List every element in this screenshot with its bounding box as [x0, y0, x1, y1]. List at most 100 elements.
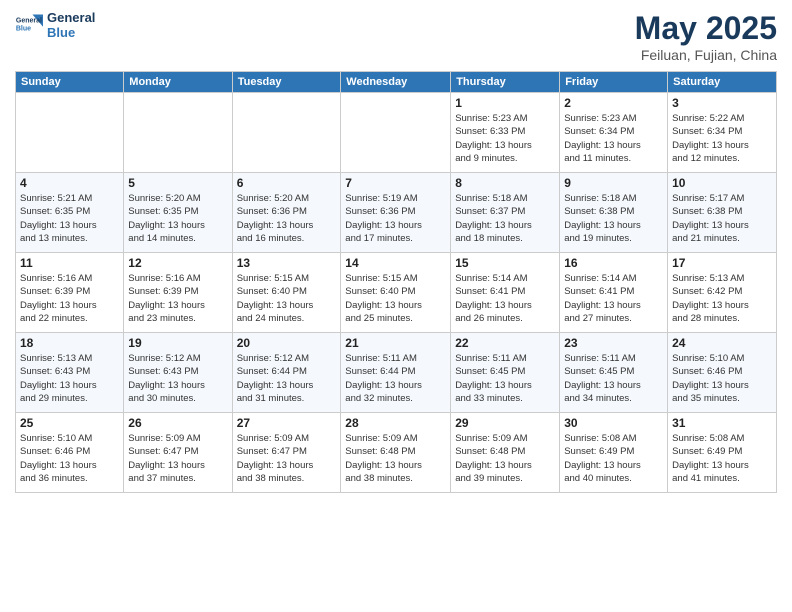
calendar-cell-w4-d5: 22Sunrise: 5:11 AMSunset: 6:45 PMDayligh… — [451, 333, 560, 413]
day-number: 2 — [564, 96, 663, 110]
day-number: 21 — [345, 336, 446, 350]
title-section: May 2025 Feiluan, Fujian, China — [635, 10, 777, 63]
day-info: Sunrise: 5:09 AMSunset: 6:48 PMDaylight:… — [455, 432, 555, 485]
day-info: Sunrise: 5:23 AMSunset: 6:33 PMDaylight:… — [455, 112, 555, 165]
col-thursday: Thursday — [451, 72, 560, 93]
calendar-cell-w1-d7: 3 Sunrise: 5:22 AMSunset: 6:34 PMDaylight… — [668, 93, 777, 173]
day-info: Sunrise: 5:18 AMSunset: 6:37 PMDaylight:… — [455, 192, 555, 245]
day-info: Sunrise: 5:11 AMSunset: 6:45 PMDaylight:… — [455, 352, 555, 405]
calendar-cell-w3-d2: 12Sunrise: 5:16 AMSunset: 6:39 PMDayligh… — [124, 253, 232, 333]
calendar-cell-w2-d3: 6Sunrise: 5:20 AMSunset: 6:36 PMDaylight… — [232, 173, 341, 253]
day-info: Sunrise: 5:12 AMSunset: 6:44 PMDaylight:… — [237, 352, 337, 405]
calendar-cell-w3-d3: 13 Sunrise: 5:15 AMSunset: 6:40 PMDayligh… — [232, 253, 341, 333]
calendar-week-5: 25Sunrise: 5:10 AMSunset: 6:46 PMDayligh… — [16, 413, 777, 493]
calendar-cell-w1-d2 — [124, 93, 232, 173]
day-number: 19 — [128, 336, 227, 350]
calendar-cell-w5-d7: 31 Sunrise: 5:08 AMSunset: 6:49 PMDayligh… — [668, 413, 777, 493]
day-info: Sunrise: 5:17 AMSunset: 6:38 PMDaylight:… — [672, 192, 772, 245]
day-info: Sunrise: 5:13 AMSunset: 6:43 PMDaylight:… — [20, 352, 119, 405]
header: General Blue General Blue May 2025 Feilu… — [15, 10, 777, 63]
day-info: Sunrise: 5:16 AMSunset: 6:39 PMDaylight:… — [20, 272, 119, 325]
calendar-week-3: 11 Sunrise: 5:16 AMSunset: 6:39 PMDayligh… — [16, 253, 777, 333]
day-number: 14 — [345, 256, 446, 270]
col-monday: Monday — [124, 72, 232, 93]
calendar-cell-w1-d4 — [341, 93, 451, 173]
logo: General Blue General Blue — [15, 10, 95, 40]
day-info: Sunrise: 5:22 AMSunset: 6:34 PMDaylight:… — [672, 112, 772, 165]
calendar-week-1: 1 Sunrise: 5:23 AMSunset: 6:33 PMDaylight… — [16, 93, 777, 173]
day-number: 26 — [128, 416, 227, 430]
calendar-cell-w2-d1: 4Sunrise: 5:21 AMSunset: 6:35 PMDaylight… — [16, 173, 124, 253]
day-number: 13 — [237, 256, 337, 270]
day-info: Sunrise: 5:15 AMSunset: 6:40 PMDaylight:… — [345, 272, 446, 325]
day-info: Sunrise: 5:23 AMSunset: 6:34 PMDaylight:… — [564, 112, 663, 165]
page: General Blue General Blue May 2025 Feilu… — [0, 0, 792, 612]
day-info: Sunrise: 5:08 AMSunset: 6:49 PMDaylight:… — [564, 432, 663, 485]
day-number: 7 — [345, 176, 446, 190]
day-info: Sunrise: 5:11 AMSunset: 6:44 PMDaylight:… — [345, 352, 446, 405]
col-saturday: Saturday — [668, 72, 777, 93]
day-number: 15 — [455, 256, 555, 270]
calendar-header-row: Sunday Monday Tuesday Wednesday Thursday… — [16, 72, 777, 93]
col-friday: Friday — [560, 72, 668, 93]
day-info: Sunrise: 5:16 AMSunset: 6:39 PMDaylight:… — [128, 272, 227, 325]
day-number: 20 — [237, 336, 337, 350]
calendar-cell-w4-d7: 24Sunrise: 5:10 AMSunset: 6:46 PMDayligh… — [668, 333, 777, 413]
day-number: 28 — [345, 416, 446, 430]
calendar-table: Sunday Monday Tuesday Wednesday Thursday… — [15, 71, 777, 493]
day-number: 5 — [128, 176, 227, 190]
calendar-cell-w4-d1: 18 Sunrise: 5:13 AMSunset: 6:43 PMDayligh… — [16, 333, 124, 413]
calendar-cell-w2-d5: 8 Sunrise: 5:18 AMSunset: 6:37 PMDaylight… — [451, 173, 560, 253]
day-info: Sunrise: 5:14 AMSunset: 6:41 PMDaylight:… — [455, 272, 555, 325]
day-info: Sunrise: 5:10 AMSunset: 6:46 PMDaylight:… — [672, 352, 772, 405]
calendar-cell-w3-d7: 17Sunrise: 5:13 AMSunset: 6:42 PMDayligh… — [668, 253, 777, 333]
calendar-cell-w2-d4: 7 Sunrise: 5:19 AMSunset: 6:36 PMDaylight… — [341, 173, 451, 253]
logo-icon: General Blue — [15, 11, 43, 39]
calendar-cell-w5-d3: 27 Sunrise: 5:09 AMSunset: 6:47 PMDayligh… — [232, 413, 341, 493]
day-number: 31 — [672, 416, 772, 430]
day-number: 4 — [20, 176, 119, 190]
calendar-cell-w1-d5: 1 Sunrise: 5:23 AMSunset: 6:33 PMDaylight… — [451, 93, 560, 173]
calendar-cell-w4-d4: 21 Sunrise: 5:11 AMSunset: 6:44 PMDayligh… — [341, 333, 451, 413]
location-subtitle: Feiluan, Fujian, China — [635, 47, 777, 63]
day-number: 9 — [564, 176, 663, 190]
day-number: 23 — [564, 336, 663, 350]
col-tuesday: Tuesday — [232, 72, 341, 93]
calendar-cell-w1-d6: 2 Sunrise: 5:23 AMSunset: 6:34 PMDaylight… — [560, 93, 668, 173]
day-number: 25 — [20, 416, 119, 430]
col-sunday: Sunday — [16, 72, 124, 93]
logo-blue: Blue — [47, 25, 95, 40]
calendar-cell-w5-d4: 28Sunrise: 5:09 AMSunset: 6:48 PMDayligh… — [341, 413, 451, 493]
day-number: 18 — [20, 336, 119, 350]
day-info: Sunrise: 5:15 AMSunset: 6:40 PMDaylight:… — [237, 272, 337, 325]
calendar-cell-w5-d1: 25Sunrise: 5:10 AMSunset: 6:46 PMDayligh… — [16, 413, 124, 493]
calendar-cell-w3-d1: 11 Sunrise: 5:16 AMSunset: 6:39 PMDayligh… — [16, 253, 124, 333]
day-number: 3 — [672, 96, 772, 110]
calendar-cell-w2-d6: 9 Sunrise: 5:18 AMSunset: 6:38 PMDaylight… — [560, 173, 668, 253]
day-number: 11 — [20, 256, 119, 270]
calendar-cell-w5-d6: 30Sunrise: 5:08 AMSunset: 6:49 PMDayligh… — [560, 413, 668, 493]
day-info: Sunrise: 5:13 AMSunset: 6:42 PMDaylight:… — [672, 272, 772, 325]
month-title: May 2025 — [635, 10, 777, 47]
day-info: Sunrise: 5:08 AMSunset: 6:49 PMDaylight:… — [672, 432, 772, 485]
day-info: Sunrise: 5:19 AMSunset: 6:36 PMDaylight:… — [345, 192, 446, 245]
calendar-cell-w3-d4: 14 Sunrise: 5:15 AMSunset: 6:40 PMDayligh… — [341, 253, 451, 333]
calendar-cell-w4-d2: 19Sunrise: 5:12 AMSunset: 6:43 PMDayligh… — [124, 333, 232, 413]
calendar-cell-w5-d2: 26Sunrise: 5:09 AMSunset: 6:47 PMDayligh… — [124, 413, 232, 493]
calendar-cell-w5-d5: 29Sunrise: 5:09 AMSunset: 6:48 PMDayligh… — [451, 413, 560, 493]
calendar-week-2: 4Sunrise: 5:21 AMSunset: 6:35 PMDaylight… — [16, 173, 777, 253]
day-number: 27 — [237, 416, 337, 430]
calendar-cell-w3-d5: 15 Sunrise: 5:14 AMSunset: 6:41 PMDayligh… — [451, 253, 560, 333]
day-number: 1 — [455, 96, 555, 110]
calendar-cell-w1-d1 — [16, 93, 124, 173]
calendar-cell-w4-d6: 23 Sunrise: 5:11 AMSunset: 6:45 PMDayligh… — [560, 333, 668, 413]
calendar-cell-w2-d2: 5 Sunrise: 5:20 AMSunset: 6:35 PMDaylight… — [124, 173, 232, 253]
day-number: 8 — [455, 176, 555, 190]
calendar-cell-w4-d3: 20 Sunrise: 5:12 AMSunset: 6:44 PMDayligh… — [232, 333, 341, 413]
calendar-week-4: 18 Sunrise: 5:13 AMSunset: 6:43 PMDayligh… — [16, 333, 777, 413]
day-info: Sunrise: 5:18 AMSunset: 6:38 PMDaylight:… — [564, 192, 663, 245]
day-info: Sunrise: 5:09 AMSunset: 6:47 PMDaylight:… — [237, 432, 337, 485]
day-info: Sunrise: 5:11 AMSunset: 6:45 PMDaylight:… — [564, 352, 663, 405]
day-info: Sunrise: 5:20 AMSunset: 6:35 PMDaylight:… — [128, 192, 227, 245]
day-number: 6 — [237, 176, 337, 190]
